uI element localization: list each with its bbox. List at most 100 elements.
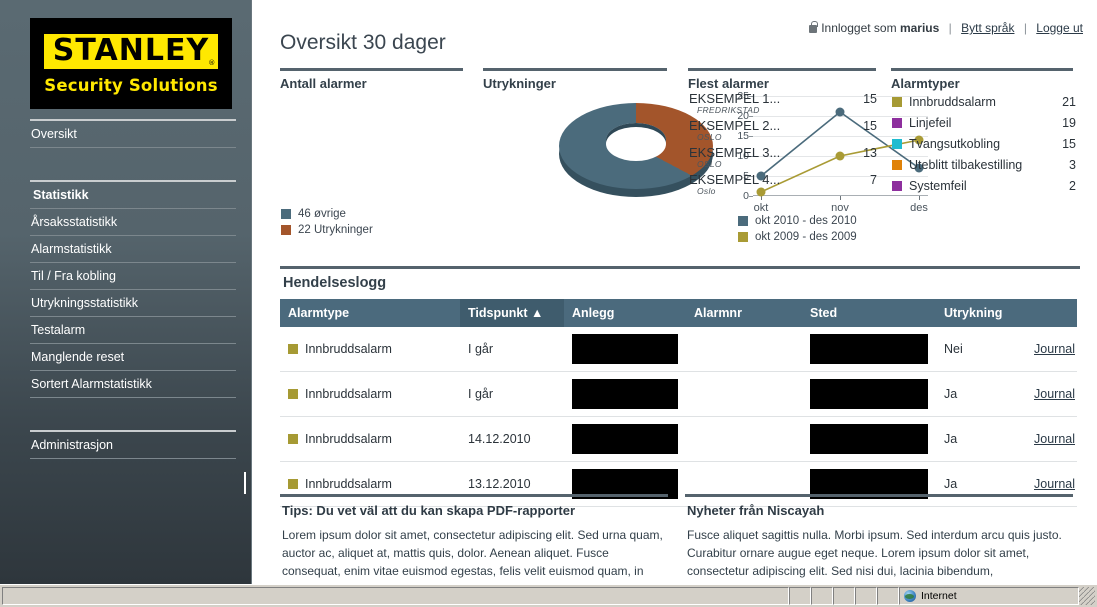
redacted-value (810, 379, 928, 409)
column-header-tidspunkt[interactable]: Tidspunkt ▲ (460, 299, 564, 327)
list-item[interactable]: EKSEMPEL 1... 15 FREDRIKSTAD (689, 91, 877, 115)
panel-title: Alarmtyper (891, 76, 960, 91)
list-item-sub: OSLO (697, 132, 722, 142)
redacted-value (572, 334, 678, 364)
lock-icon (809, 21, 818, 33)
legend-label: 46 øvrige (298, 208, 346, 220)
legend-label: 22 Utrykninger (298, 224, 373, 236)
redacted-value (572, 379, 678, 409)
alarm-type-swatch-icon (288, 389, 298, 399)
journal-link[interactable]: Journal (1034, 387, 1075, 401)
security-zone-indicator[interactable]: Internet (899, 587, 1079, 605)
tips-box: Tips: Du vet väl att du kan skapa PDF-ra… (280, 494, 668, 580)
legend-swatch-icon (281, 225, 291, 235)
cell-journal: Journal (1026, 371, 1077, 417)
list-item-sub: OSLO (697, 159, 722, 169)
table-row[interactable]: Innbruddsalarm I går Ja Journal (280, 371, 1077, 417)
alarm-type-text: Innbruddsalarm (305, 477, 392, 491)
column-header-alarmnr[interactable]: Alarmnr (686, 299, 802, 327)
alarm-types-list: Innbruddsalarm 21 Linjefeil 19 Tvangsutk… (892, 95, 1076, 200)
legend-label: okt 2010 - des 2010 (755, 215, 857, 227)
sidebar-item-statistikk[interactable]: Statistikk (30, 182, 236, 209)
table-row[interactable]: Innbruddsalarm 14.12.2010 Ja Journal (280, 416, 1077, 462)
resize-grip[interactable] (1079, 587, 1095, 605)
sidebar-item-oversikt[interactable]: Oversikt (30, 121, 236, 148)
list-item-sub: FREDRIKSTAD (697, 105, 760, 115)
legend-item: 46 øvrige (281, 208, 373, 220)
globe-icon (904, 590, 916, 602)
cell-tidspunkt: 14.12.2010 (460, 416, 564, 462)
alarm-type-count: 2 (1069, 179, 1076, 193)
sidebar-item-label: Til / Fra kobling (31, 269, 116, 283)
status-slot (833, 587, 855, 605)
sidebar-item-utrykningsstatistikk[interactable]: Utrykningsstatistikk (30, 290, 236, 317)
list-item-value: 7 (870, 173, 877, 187)
sidebar-item-alarmstatistikk[interactable]: Alarmstatistikk (30, 236, 236, 263)
line-chart-legend: okt 2010 - des 2010 okt 2009 - des 2009 (738, 215, 857, 247)
sidebar-item-testalarm[interactable]: Testalarm (30, 317, 236, 344)
main-content: Innlogget som marius | Bytt språk | Logg… (253, 0, 1097, 584)
status-slot (877, 587, 899, 605)
table-row[interactable]: Innbruddsalarm I går Nei Journal (280, 327, 1077, 372)
sidebar-item-til-fra-kobling[interactable]: Til / Fra kobling (30, 263, 236, 290)
list-item[interactable]: Uteblitt tilbakestilling 3 (892, 158, 1076, 172)
panel-antall-alarmer: Antall alarmer (280, 68, 463, 91)
username-label: marius (899, 21, 940, 35)
sidebar-item-administrasjon[interactable]: Administrasjon (30, 432, 236, 459)
journal-link[interactable]: Journal (1034, 477, 1075, 491)
list-item-name: EKSEMPEL 1... (689, 91, 781, 106)
list-item[interactable]: Systemfeil 2 (892, 179, 1076, 193)
list-item[interactable]: Linjefeil 19 (892, 116, 1076, 130)
cell-journal: Journal (1026, 327, 1077, 372)
list-item[interactable]: Tvangsutkobling 15 (892, 137, 1076, 151)
panel-title: Antall alarmer (280, 76, 367, 91)
page-title: Oversikt 30 dager (280, 31, 446, 54)
legend-label: okt 2009 - des 2009 (755, 231, 857, 243)
event-log-section: Hendelseslogg Alarmtype Tidspunkt ▲ Anle… (280, 266, 1080, 507)
sidebar-item-manglende-reset[interactable]: Manglende reset (30, 344, 236, 371)
legend-item: okt 2009 - des 2009 (738, 231, 857, 243)
news-title: Nyheter från Niscayah (687, 503, 825, 518)
alarm-type-label: Tvangsutkobling (909, 137, 1001, 151)
cell-alarmnr (686, 416, 802, 462)
legend-swatch-icon (892, 181, 902, 191)
list-item[interactable]: EKSEMPEL 3... 13 OSLO (689, 145, 877, 169)
alarm-type-text: Innbruddsalarm (305, 432, 392, 446)
list-item-name: EKSEMPEL 2... (689, 118, 781, 133)
browser-status-bar: Internet (0, 584, 1097, 607)
journal-link[interactable]: Journal (1034, 432, 1075, 446)
donut-hole (606, 127, 666, 161)
cell-utrykning: Nei (936, 327, 1026, 372)
list-item-sub: Oslo (697, 186, 716, 196)
nav-group-statistikk: Statistikk Årsaksstatistikk Alarmstatist… (30, 180, 237, 398)
change-language-link[interactable]: Bytt språk (961, 21, 1014, 35)
sidebar-item-sortert-alarmstatistikk[interactable]: Sortert Alarmstatistikk (30, 371, 236, 398)
sidebar-item-label: Testalarm (31, 323, 86, 337)
column-header-sted[interactable]: Sted (802, 299, 936, 327)
redacted-value (810, 334, 928, 364)
legend-swatch-icon (892, 139, 902, 149)
logo-main-text: STANLEY (52, 33, 210, 68)
journal-link[interactable]: Journal (1034, 342, 1075, 356)
list-item-name: EKSEMPEL 3... (689, 145, 781, 160)
cell-alarmtype: Innbruddsalarm (280, 416, 460, 462)
list-item[interactable]: EKSEMPEL 2... 15 OSLO (689, 118, 877, 142)
logout-link[interactable]: Logge ut (1036, 21, 1083, 35)
browser-page: STANLEY ® Security Solutions Oversikt St… (0, 0, 1097, 607)
list-item[interactable]: EKSEMPEL 4... 7 Oslo (689, 172, 877, 196)
security-zone-label: Internet (921, 590, 957, 602)
panel-flest-alarmer: Flest alarmer (688, 68, 876, 91)
list-item[interactable]: Innbruddsalarm 21 (892, 95, 1076, 109)
cell-anlegg (564, 327, 686, 372)
column-header-anlegg[interactable]: Anlegg (564, 299, 686, 327)
column-header-utrykning[interactable]: Utrykning (936, 299, 1026, 327)
alarm-type-swatch-icon (288, 344, 298, 354)
tips-body: Lorem ipsum dolor sit amet, consectetur … (282, 528, 663, 578)
table-header-row: Alarmtype Tidspunkt ▲ Anlegg Alarmnr Ste… (280, 299, 1077, 327)
nav-group-admin: Administrasjon (30, 430, 237, 459)
column-header-alarmtype[interactable]: Alarmtype (280, 299, 460, 327)
sidebar-item-arsaksstatistikk[interactable]: Årsaksstatistikk (30, 209, 236, 236)
news-box: Nyheter från Niscayah Fusce aliquet sagi… (685, 494, 1073, 580)
sidebar-resize-handle[interactable] (244, 472, 246, 494)
